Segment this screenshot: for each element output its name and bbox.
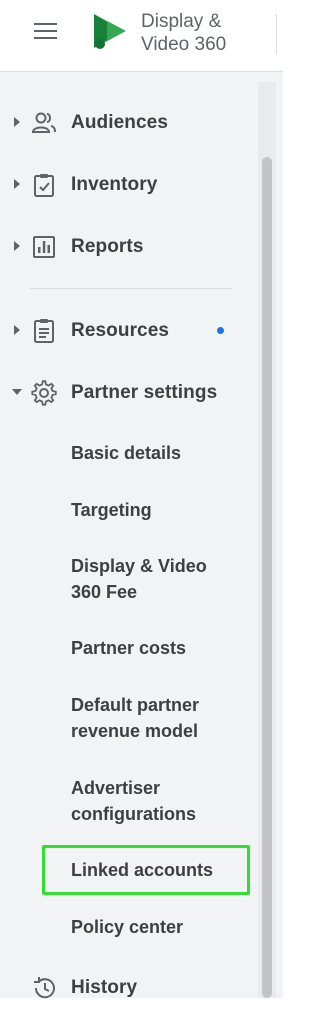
sidebar-item-reports[interactable]: Reports: [0, 224, 256, 268]
sidebar-item-resources[interactable]: Resources: [0, 308, 256, 352]
scrollbar-thumb[interactable]: [262, 157, 272, 998]
sidebar-item-label: Reports: [71, 236, 144, 257]
caret-down-icon[interactable]: [10, 385, 24, 399]
sidebar-subitem-display-video-360-fee[interactable]: Display & Video 360 Fee: [0, 548, 256, 610]
sidebar-item-label: Inventory: [71, 174, 158, 195]
header-divider: [276, 14, 277, 54]
display-video-360-logo-icon: [94, 14, 126, 49]
hamburger-menu-icon[interactable]: [34, 21, 60, 43]
sidebar-item-label: Audiences: [71, 112, 168, 133]
sidebar-subitem-label-line1: Display & Video: [71, 556, 207, 576]
selection-highlight: [42, 845, 250, 895]
sidebar-item-partner-settings[interactable]: Partner settings: [0, 370, 256, 414]
nav-divider: [30, 288, 231, 289]
sidebar-item-label: Partner settings: [71, 382, 218, 403]
sidebar-subitem-label: Partner costs: [71, 638, 187, 658]
sidebar-subitem-partner-costs[interactable]: Partner costs: [0, 629, 256, 673]
sidebar-subitem-label-line2: 360 Fee: [71, 582, 138, 602]
sidebar-subitem-label-line2: revenue model: [71, 721, 199, 741]
sidebar-subitem-label: Policy center: [71, 917, 184, 937]
sidebar-subitem-policy-center[interactable]: Policy center: [0, 906, 256, 950]
document-icon: [34, 319, 54, 343]
sidebar-subitem-label: Basic details: [71, 443, 182, 463]
notification-dot: [217, 327, 224, 334]
gear-icon: [31, 380, 57, 406]
caret-right-icon[interactable]: [10, 323, 24, 337]
product-name-line1: Display &: [141, 11, 222, 32]
sidebar-subitem-label-line1: Advertiser: [71, 778, 161, 798]
bar-chart-icon: [33, 236, 55, 258]
sidebar-subitem-label-line2: configurations: [71, 804, 196, 824]
product-name-line2: Video 360: [141, 34, 227, 55]
sidebar-item-inventory[interactable]: Inventory: [0, 162, 256, 206]
sidebar-item-label: Resources: [71, 320, 170, 341]
sidebar-item-audiences[interactable]: Audiences: [0, 100, 256, 144]
top-app-bar: Display & Video 360: [0, 0, 283, 72]
sidebar-subitem-label: Targeting: [71, 500, 152, 520]
sidebar-subitem-default-partner-revenue-model[interactable]: Default partner revenue model: [0, 688, 256, 750]
sidebar-subitem-basic-details[interactable]: Basic details: [0, 432, 256, 476]
clipboard-check-icon: [34, 174, 54, 197]
caret-right-icon[interactable]: [10, 115, 24, 129]
product-name: Display & Video 360: [141, 10, 251, 56]
sidebar-item-history[interactable]: History: [0, 965, 256, 1009]
sidebar-subitem-advertiser-configurations[interactable]: Advertiser configurations: [0, 771, 256, 833]
sidebar-subitem-targeting[interactable]: Targeting: [0, 489, 256, 533]
sidebar-subitem-label-line1: Default partner: [71, 695, 200, 715]
caret-right-icon[interactable]: [10, 177, 24, 191]
people-icon: [31, 112, 56, 133]
caret-right-icon[interactable]: [10, 239, 24, 253]
sidebar-item-label: History: [71, 977, 138, 998]
